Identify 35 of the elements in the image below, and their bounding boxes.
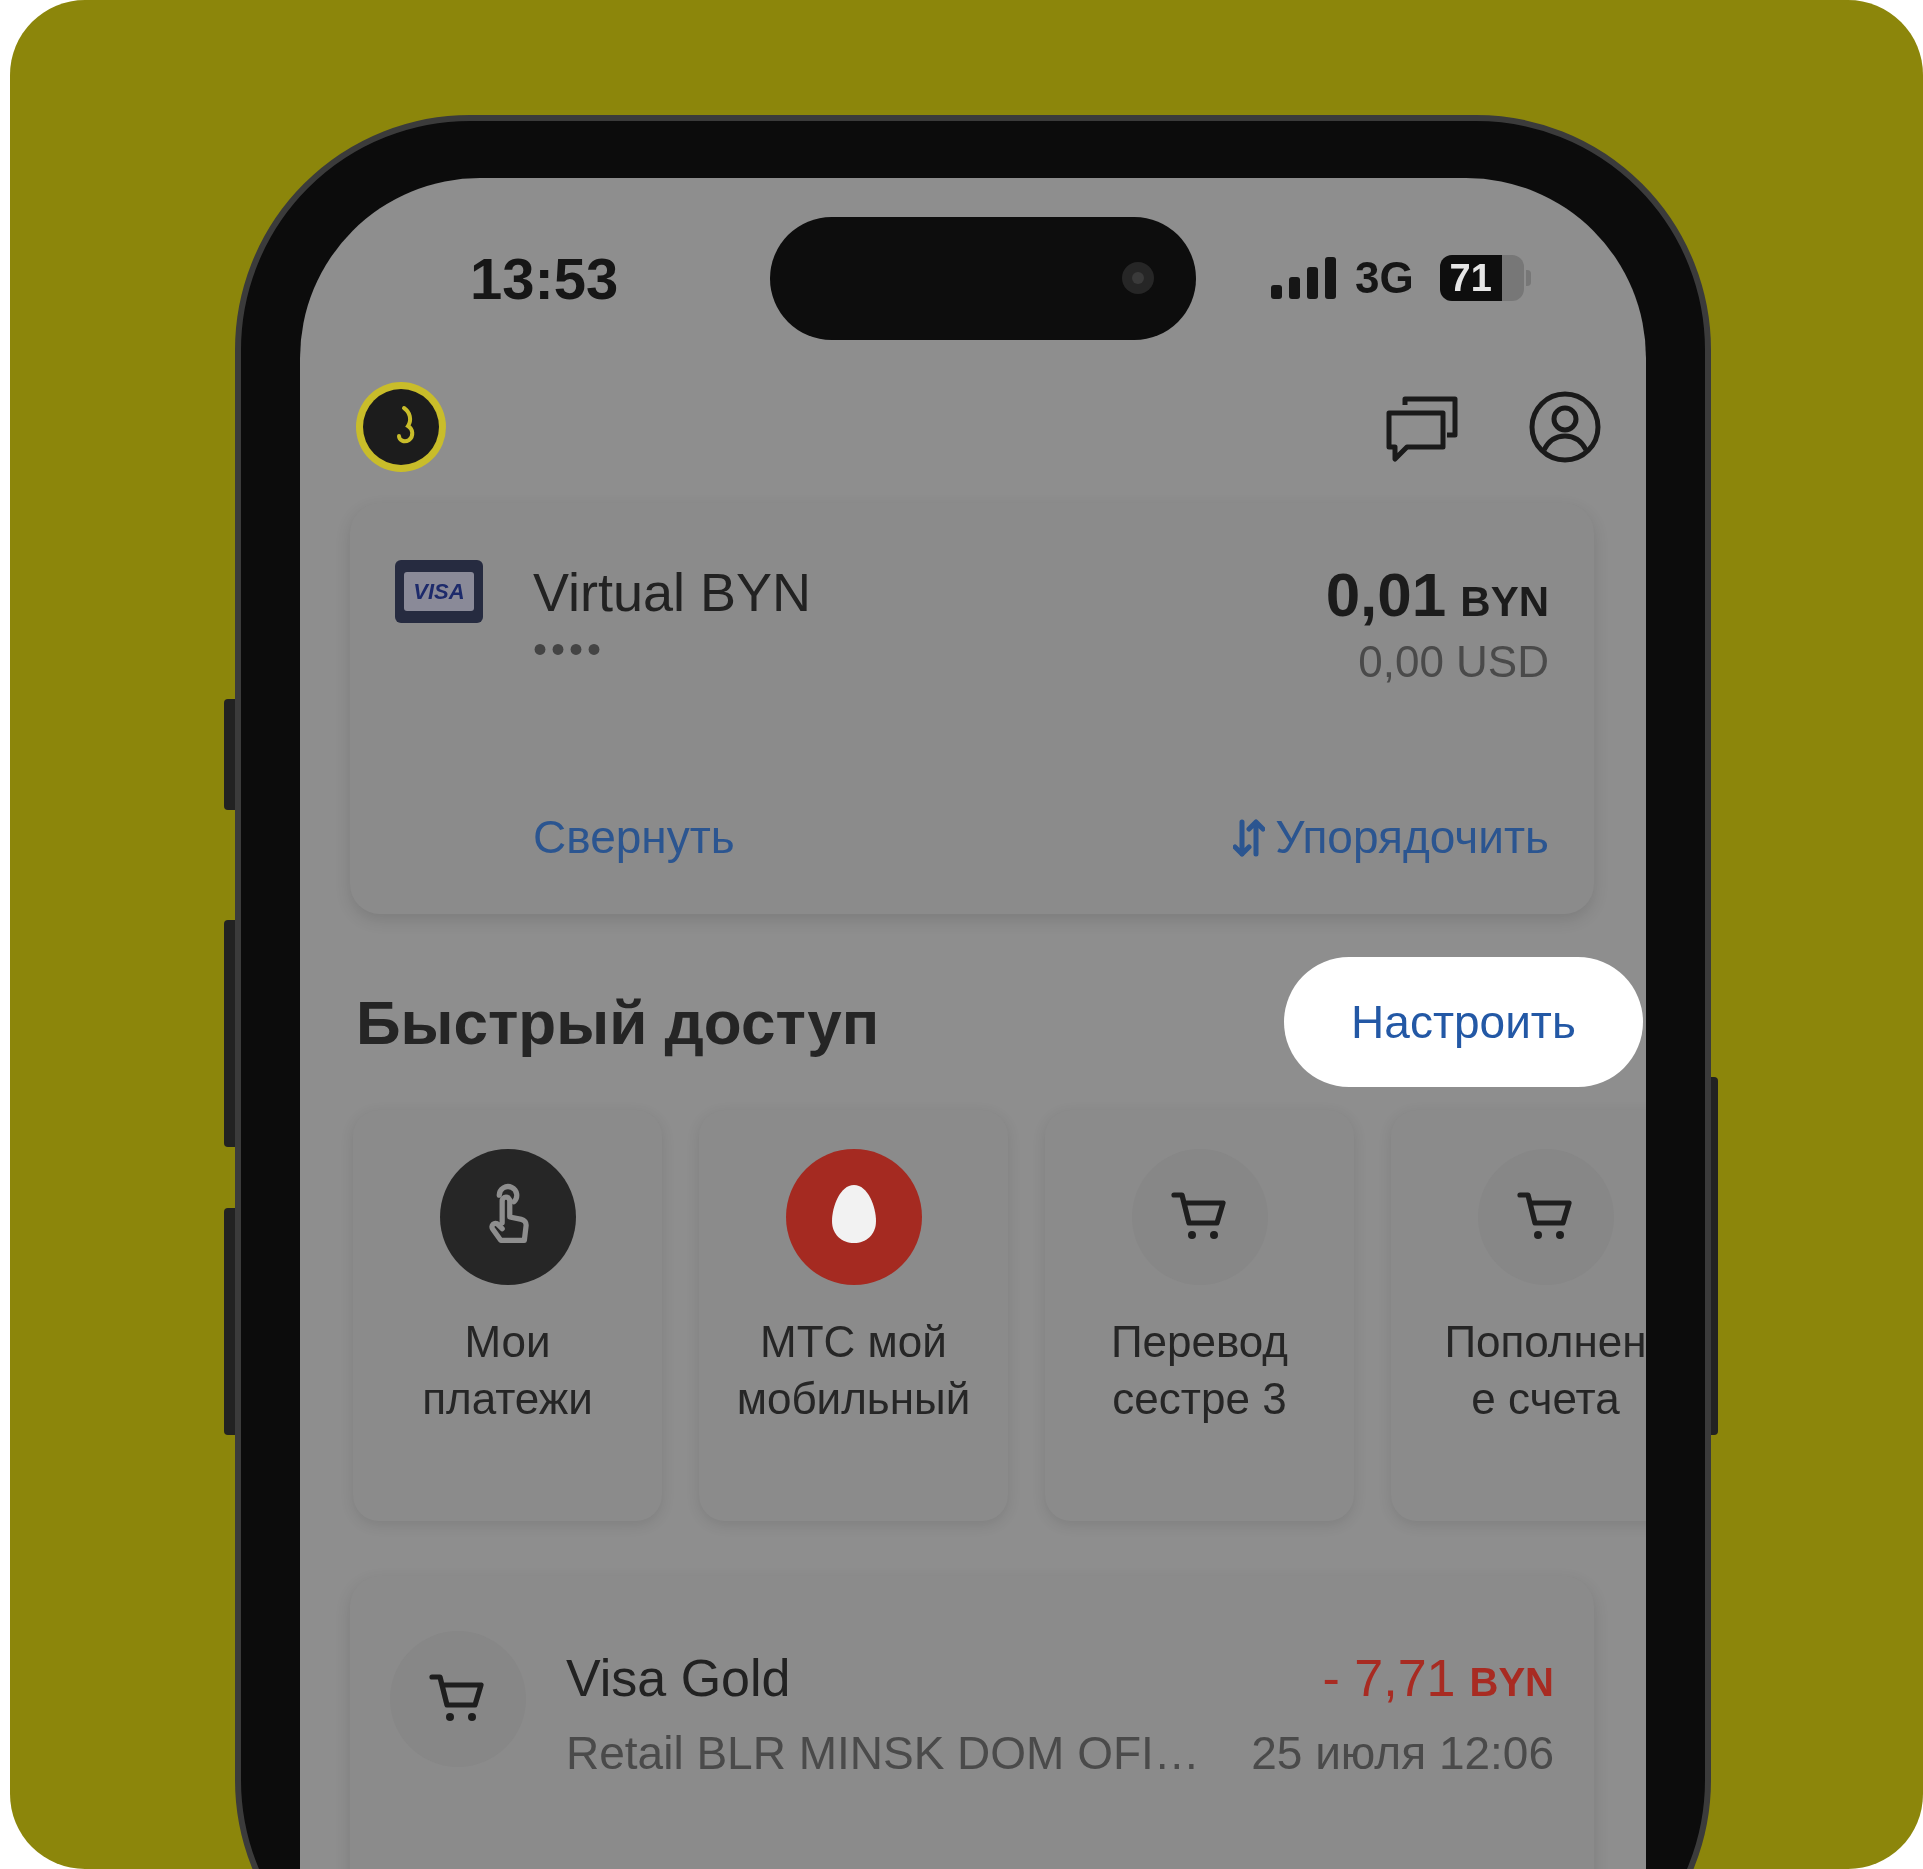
network-type: 3G (1355, 252, 1414, 304)
tile-label: Перевод (1110, 1316, 1289, 1368)
quick-access-tile[interactable]: Мои платежи (353, 1110, 662, 1521)
tile-label: МТС мой (760, 1316, 947, 1368)
profile-icon[interactable] (1529, 391, 1601, 463)
transaction-card[interactable]: Visa Gold - 7,71 BYN Retail BLR MINSK DOM OFI… 25 июля 12:06 (350, 1576, 1594, 1869)
transaction-description: Retail BLR MINSK DOM OFI… (566, 1726, 1200, 1781)
tile-label: сестре 3 (1112, 1373, 1287, 1425)
transaction-amount: - 7,71 (1322, 1648, 1456, 1709)
transaction-date: 25 июля 12:06 (1251, 1726, 1554, 1781)
tile-label: е счета (1471, 1373, 1620, 1425)
section-title: Быстрый доступ (356, 986, 880, 1059)
transaction-currency: BYN (1469, 1659, 1554, 1706)
quick-access-tile[interactable]: Перевод сестре 3 (1045, 1110, 1354, 1521)
sort-icon (1233, 817, 1266, 858)
converted-balance: 0,00 USD (1358, 636, 1549, 688)
bank-logo-icon (354, 380, 448, 474)
battery-indicator: 71 (1439, 255, 1531, 301)
signal-icon (1271, 257, 1337, 299)
tile-label: платежи (422, 1373, 593, 1425)
egg-logo-icon (785, 1149, 922, 1285)
customize-button[interactable]: Настроить (1284, 957, 1643, 1087)
tile-label: Пополнен (1444, 1316, 1646, 1368)
visa-card-icon: VISA (395, 560, 483, 623)
tile-label: мобильный (736, 1373, 971, 1425)
transaction-account: Visa Gold (566, 1648, 791, 1709)
account-name: Virtual BYN (533, 561, 812, 624)
masked-card-number: •••• (533, 626, 606, 673)
quick-access-tile[interactable]: Пополнен е счета (1391, 1110, 1646, 1521)
status-time: 13:53 (470, 244, 620, 313)
tile-label: Мои (464, 1316, 551, 1368)
camera-icon (1120, 260, 1156, 296)
balance-amount: 0,01 (1325, 560, 1447, 630)
balance-currency: BYN (1460, 577, 1549, 627)
quick-access-tile[interactable]: МТС мой мобильный (699, 1110, 1008, 1521)
